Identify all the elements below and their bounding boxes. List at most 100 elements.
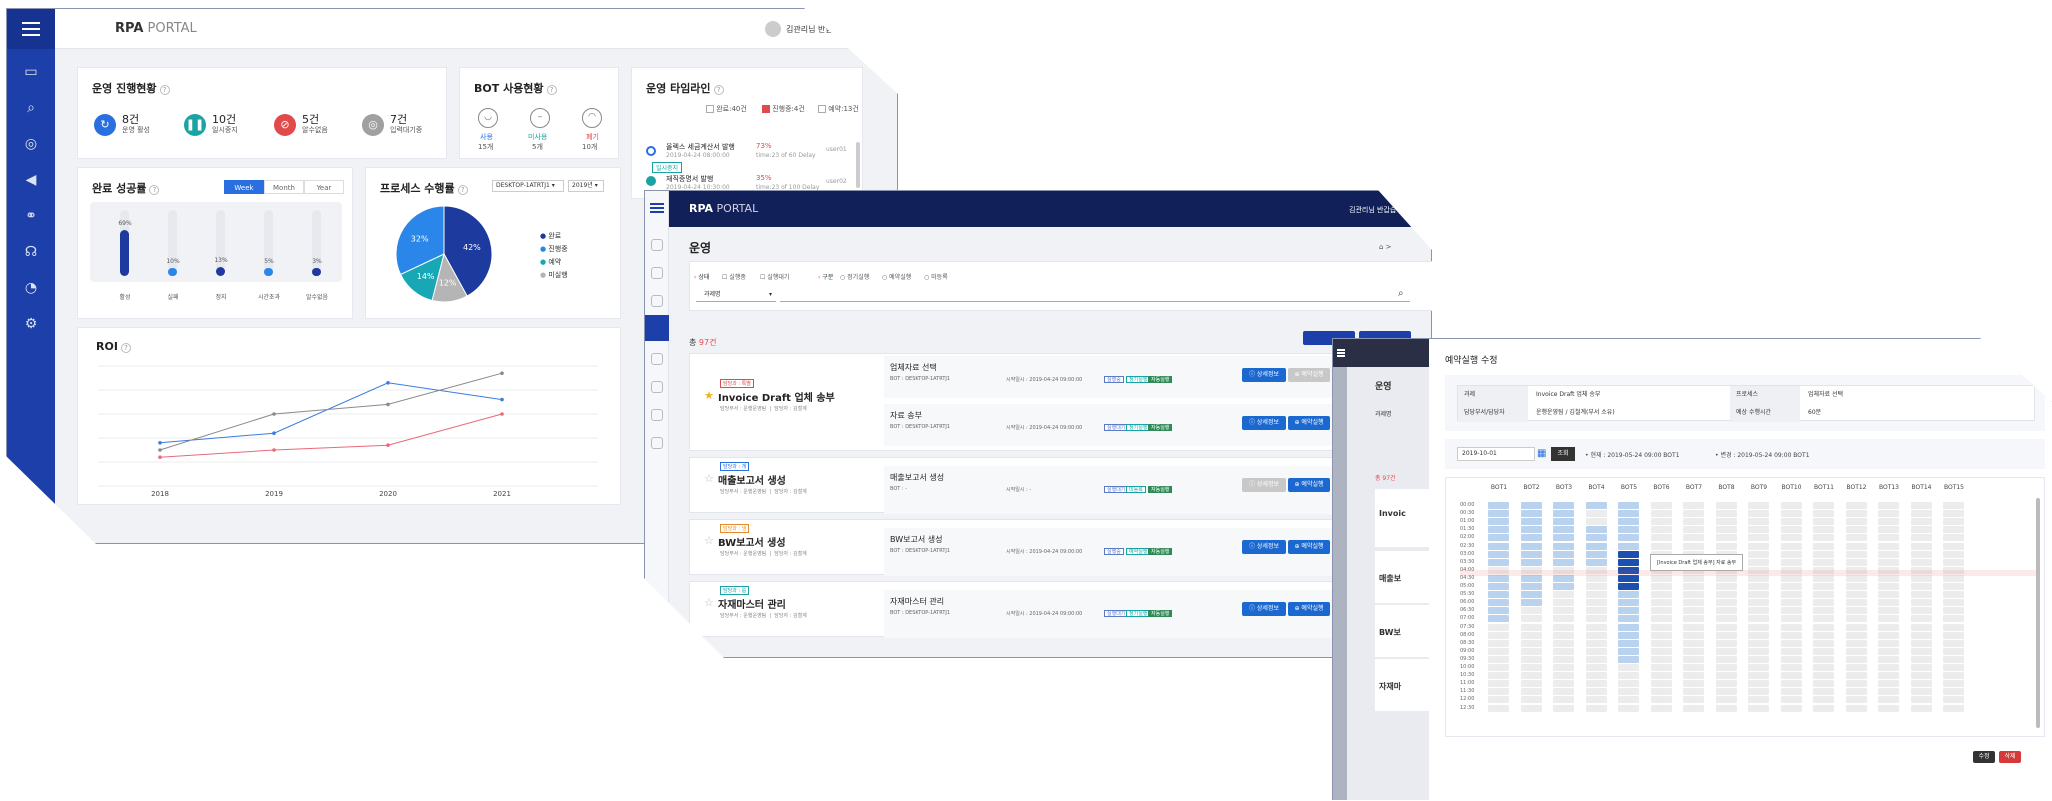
schedule-cell[interactable] (1910, 502, 1932, 509)
schedule-cell[interactable] (1488, 510, 1509, 518)
schedule-cell[interactable] (1488, 672, 1509, 680)
schedule-cell[interactable] (1748, 664, 1769, 671)
help-icon[interactable]: ? (120, 343, 131, 353)
table-row[interactable]: 담당과 : 룹 ☆ 자재마스터 관리 담당부서 : 운행운영팀 | 담당자 : 김철계… (689, 581, 1432, 638)
schedule-cell[interactable] (1585, 591, 1607, 599)
delete-button[interactable]: 삭제 (1999, 751, 2021, 763)
schedule-cell[interactable] (1910, 631, 1932, 639)
schedule-cell[interactable] (1943, 704, 1964, 712)
task-title[interactable]: 자재마스터 관리 (718, 596, 786, 611)
search-button[interactable]: 조회 (1551, 447, 1575, 461)
logo[interactable]: RPA PORTAL (689, 202, 758, 215)
table-row[interactable]: 담당과 : 냉 ☆ BW보고서 생성 담당부서 : 운행운영팀 | 담당자 : 김철계… (689, 519, 1432, 576)
schedule-cell[interactable] (1683, 526, 1704, 534)
type-option[interactable]: ○ 정기실행 (840, 272, 869, 281)
reserve-button[interactable]: ⊕ 예약실행 (1288, 478, 1330, 492)
schedule-cell[interactable] (1748, 502, 1769, 509)
schedule-cell[interactable] (1780, 696, 1802, 704)
schedule-cell[interactable] (1618, 672, 1639, 680)
schedule-cell[interactable] (1650, 680, 1672, 688)
schedule-cell[interactable] (1878, 631, 1899, 639)
schedule-cell[interactable] (1488, 615, 1509, 623)
help-icon[interactable]: ? (159, 85, 170, 95)
gear-icon[interactable]: ⚙ (20, 313, 42, 335)
schedule-cell[interactable] (1748, 550, 1769, 558)
schedule-cell[interactable] (1878, 558, 1899, 566)
schedule-cell[interactable] (1618, 599, 1639, 607)
schedule-cell[interactable] (1553, 688, 1574, 696)
schedule-cell[interactable] (1943, 664, 1964, 671)
calendar-icon[interactable]: ▦ (1537, 447, 1546, 461)
schedule-cell[interactable] (1553, 664, 1574, 671)
schedule-cell[interactable] (1650, 526, 1672, 534)
schedule-cell[interactable] (1910, 599, 1932, 607)
filter-complete[interactable]: 완료:40건 (706, 104, 747, 114)
schedule-cell[interactable] (1520, 631, 1542, 639)
schedule-cell[interactable] (1748, 526, 1769, 534)
help-icon[interactable]: ? (457, 185, 468, 195)
schedule-cell[interactable] (1910, 542, 1932, 550)
schedule-cell[interactable] (1943, 526, 1964, 534)
schedule-cell[interactable] (1618, 510, 1639, 518)
schedule-cell[interactable] (1748, 607, 1769, 615)
schedule-cell[interactable] (1683, 672, 1704, 680)
schedule-cell[interactable] (1553, 623, 1574, 631)
schedule-cell[interactable] (1585, 550, 1607, 558)
hamburger-icon[interactable] (1337, 349, 1345, 351)
menu-button[interactable] (7, 9, 55, 49)
schedule-cell[interactable] (1618, 647, 1639, 655)
schedule-cell[interactable] (1813, 550, 1834, 558)
schedule-cell[interactable] (1715, 583, 1737, 590)
schedule-cell[interactable] (1878, 510, 1899, 518)
schedule-cell[interactable] (1488, 599, 1509, 607)
reserve-button[interactable]: ⊕ 예약실행 (1288, 602, 1330, 616)
schedule-cell[interactable] (1553, 518, 1574, 526)
schedule-cell[interactable] (1943, 542, 1964, 550)
schedule-cell[interactable] (1748, 623, 1769, 631)
detail-button[interactable]: ⓘ 상세정보 (1242, 602, 1286, 616)
schedule-cell[interactable] (1780, 631, 1802, 639)
schedule-cell[interactable] (1650, 623, 1672, 631)
schedule-cell[interactable] (1520, 542, 1542, 550)
tab-year[interactable]: Year (304, 180, 344, 194)
schedule-cell[interactable] (1650, 599, 1672, 607)
schedule-cell[interactable] (1845, 639, 1867, 647)
link-icon[interactable]: ⚭ (20, 205, 42, 227)
schedule-cell[interactable] (1910, 534, 1932, 542)
schedule-cell[interactable] (1878, 518, 1899, 526)
schedule-cell[interactable] (1813, 591, 1834, 599)
schedule-cell[interactable] (1715, 542, 1737, 550)
tab-week[interactable]: Week (224, 180, 264, 194)
schedule-cell[interactable] (1585, 518, 1607, 526)
schedule-cell[interactable] (1715, 615, 1737, 623)
schedule-cell[interactable] (1910, 623, 1932, 631)
schedule-cell[interactable] (1650, 688, 1672, 696)
star-icon[interactable]: ☆ (704, 472, 714, 485)
schedule-cell[interactable] (1910, 647, 1932, 655)
schedule-cell[interactable] (1618, 591, 1639, 599)
schedule-cell[interactable] (1488, 655, 1509, 663)
schedule-cell[interactable] (1488, 639, 1509, 647)
schedule-cell[interactable] (1715, 518, 1737, 526)
schedule-cell[interactable] (1780, 647, 1802, 655)
schedule-cell[interactable] (1845, 615, 1867, 623)
monitor-icon[interactable] (651, 239, 663, 251)
schedule-cell[interactable] (1910, 615, 1932, 623)
schedule-cell[interactable] (1910, 672, 1932, 680)
schedule-cell[interactable] (1910, 510, 1932, 518)
schedule-cell[interactable] (1650, 696, 1672, 704)
schedule-cell[interactable] (1553, 583, 1574, 590)
schedule-cell[interactable] (1683, 591, 1704, 599)
schedule-cell[interactable] (1650, 542, 1672, 550)
schedule-cell[interactable] (1845, 534, 1867, 542)
schedule-cell[interactable] (1618, 502, 1639, 509)
schedule-cell[interactable] (1943, 607, 1964, 615)
schedule-cell[interactable] (1878, 688, 1899, 696)
schedule-cell[interactable] (1553, 542, 1574, 550)
task-title[interactable]: 매출보고서 생성 (718, 472, 786, 487)
filter-progress[interactable]: 진행중:4건 (762, 104, 805, 114)
schedule-cell[interactable] (1813, 631, 1834, 639)
schedule-cell[interactable] (1910, 583, 1932, 590)
star-icon[interactable]: ☆ (704, 596, 714, 609)
schedule-cell[interactable] (1878, 583, 1899, 590)
